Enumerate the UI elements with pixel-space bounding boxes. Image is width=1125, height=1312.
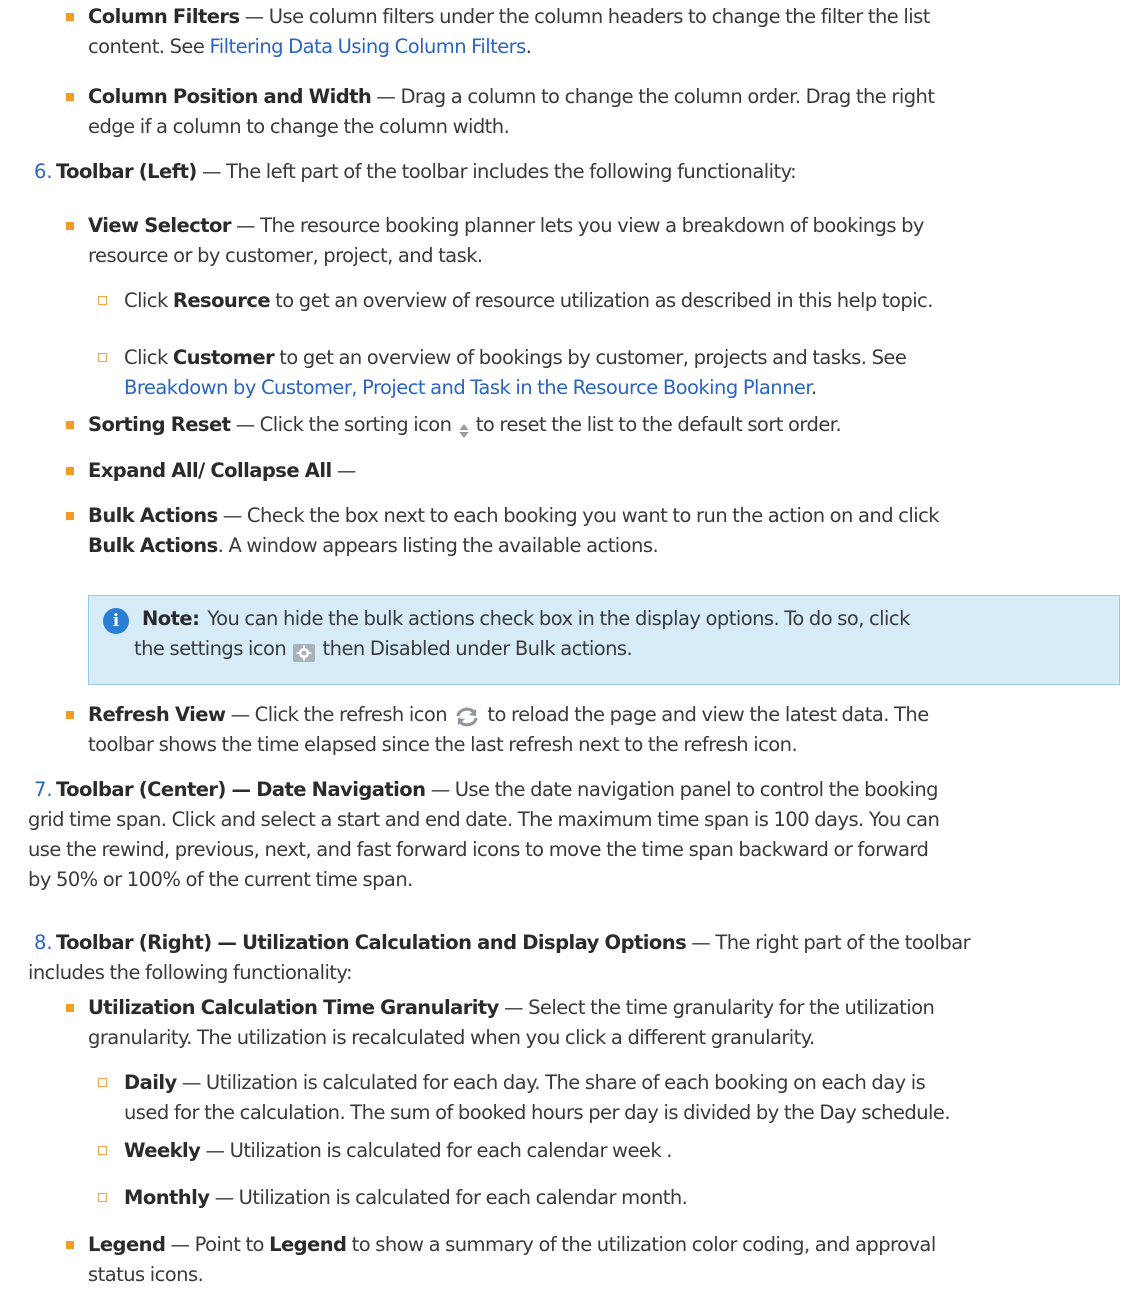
list-item-column-filters: Column Filters — Use column filters unde… bbox=[88, 5, 930, 58]
sub-bullet bbox=[98, 1078, 107, 1087]
item-title: Daily bbox=[124, 1071, 177, 1094]
item-title: Toolbar (Center) — Date Navigation bbox=[56, 778, 426, 801]
list-number: 7. bbox=[34, 778, 53, 801]
list-item-sorting-reset: Sorting Reset — Click the sorting icon t… bbox=[88, 413, 842, 438]
link-filtering-data[interactable]: Filtering Data Using Column Filters bbox=[209, 35, 526, 58]
note-label: Note: bbox=[142, 607, 200, 630]
bullet bbox=[66, 1241, 74, 1249]
list-item-column-position: Column Position and Width — Drag a colum… bbox=[88, 85, 935, 138]
bullet bbox=[66, 421, 74, 429]
list-item-daily: Daily — Utilization is calculated for ea… bbox=[124, 1071, 951, 1124]
item-title: Sorting Reset bbox=[88, 413, 231, 436]
list-item-toolbar-center: Toolbar (Center) — Date Navigation — Use… bbox=[28, 778, 940, 891]
item-title: Column Position and Width bbox=[88, 85, 372, 108]
bullet bbox=[66, 711, 74, 719]
sub-bullet bbox=[98, 353, 107, 362]
list-item-utilization-granularity: Utilization Calculation Time Granularity… bbox=[88, 996, 935, 1049]
sub-bullet bbox=[98, 1146, 107, 1155]
item-title: Toolbar (Left) bbox=[56, 160, 197, 183]
item-title: Bulk Actions bbox=[88, 504, 218, 527]
sub-bullet bbox=[98, 1193, 107, 1202]
list-item-view-selector: View Selector — The resource booking pla… bbox=[88, 214, 924, 267]
gear-icon bbox=[293, 641, 316, 662]
bullet bbox=[66, 467, 74, 475]
item-title: Utilization Calculation Time Granularity bbox=[88, 996, 499, 1019]
item-title: Legend bbox=[88, 1233, 166, 1256]
list-item-legend: Legend — Point to Legend to show a summa… bbox=[88, 1233, 936, 1286]
note-box: i Note: You can hide the bulk actions che… bbox=[88, 595, 1120, 685]
item-title: View Selector bbox=[88, 214, 231, 237]
list-item-refresh-view: Refresh View — Click the refresh icon to… bbox=[88, 703, 929, 756]
list-number: 6. bbox=[34, 160, 53, 183]
item-title: Expand All/ Collapse All bbox=[88, 459, 332, 482]
list-item-expand-collapse: Expand All/ Collapse All — bbox=[88, 459, 356, 482]
list-item-weekly: Weekly — Utilization is calculated for e… bbox=[124, 1139, 672, 1162]
bullet bbox=[66, 222, 74, 230]
list-item-bulk-actions: Bulk Actions — Check the box next to eac… bbox=[88, 504, 940, 557]
item-title: Refresh View bbox=[88, 703, 226, 726]
list-number: 8. bbox=[34, 931, 53, 954]
list-item-toolbar-left: Toolbar (Left) — The left part of the to… bbox=[56, 160, 797, 183]
help-page: Column Filters — Use column filters unde… bbox=[0, 0, 1125, 1312]
item-title: Column Filters bbox=[88, 5, 240, 28]
bullet bbox=[66, 1004, 74, 1012]
info-icon: i bbox=[103, 608, 129, 634]
list-item-monthly: Monthly — Utilization is calculated for … bbox=[124, 1186, 688, 1209]
list-item-customer: Click Customer to get an overview of boo… bbox=[124, 346, 907, 399]
item-title: Weekly bbox=[124, 1139, 201, 1162]
link-breakdown-by-customer[interactable]: Breakdown by Customer, Project and Task … bbox=[124, 376, 812, 399]
sub-bullet bbox=[98, 296, 107, 305]
bullet bbox=[66, 93, 74, 101]
item-title: Monthly bbox=[124, 1186, 210, 1209]
bullet bbox=[66, 512, 74, 520]
list-item-resource: Click Resource to get an overview of res… bbox=[124, 289, 933, 312]
refresh-icon bbox=[454, 706, 480, 726]
bullet bbox=[66, 13, 74, 21]
list-item-toolbar-right: Toolbar (Right) — Utilization Calculatio… bbox=[28, 931, 971, 984]
sort-icon bbox=[459, 418, 469, 438]
item-title: Toolbar (Right) — Utilization Calculatio… bbox=[56, 931, 687, 954]
